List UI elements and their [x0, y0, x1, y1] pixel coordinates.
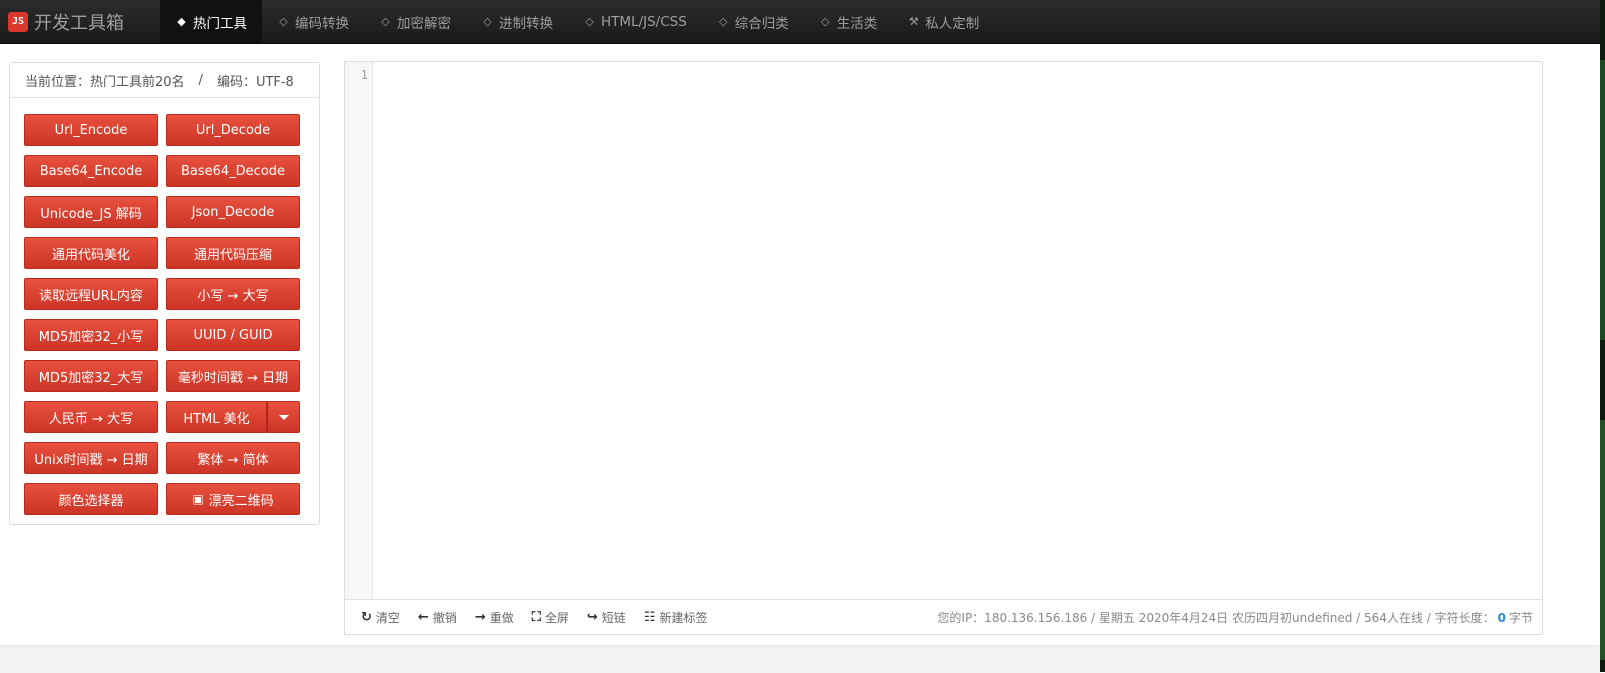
uuid-guid-button[interactable]: UUID / GUID [166, 319, 300, 351]
unix-timestamp-to-date-button[interactable]: Unix时间戳 → 日期 [24, 442, 158, 474]
status-info-text: 您的IP：180.136.156.186 / 星期五 2020年4月24日 农历… [937, 611, 1495, 625]
editor-toolbar: ↻ 清空 ← 撤销 → 重做 ⛶ 全屏 ↪ 短链 ☷ 新建标签 [361, 600, 725, 635]
tag-icon: ◇ [483, 15, 492, 28]
tag-icon: ◆ [177, 15, 186, 28]
base64-encode-button[interactable]: Base64_Encode [24, 155, 158, 187]
tab-label: 进制转换 [499, 15, 553, 32]
grid-icon: ☷ [643, 610, 656, 625]
tool-label: 全屏 [544, 611, 569, 625]
short-link-button[interactable]: ↪ 短链 [587, 609, 626, 626]
tool-label: 短链 [601, 611, 626, 625]
editor-status-bar: ↻ 清空 ← 撤销 → 重做 ⛶ 全屏 ↪ 短链 ☷ 新建标签 您的IP：180.136.1… [345, 599, 1542, 634]
read-remote-url-button[interactable]: 读取远程URL内容 [24, 278, 158, 310]
redo-button[interactable]: → 重做 [475, 609, 514, 626]
tab-hot-tools[interactable]: ◆ 热门工具 [160, 0, 262, 43]
tab-label: 生活类 [836, 15, 878, 32]
tab-misc[interactable]: ◇ 综合归类 [702, 0, 804, 43]
tab-html-js-css[interactable]: ◇ HTML/JS/CSS [568, 0, 702, 43]
bottom-bar [0, 645, 1600, 673]
rmb-to-upper-button[interactable]: 人民币 → 大写 [24, 401, 158, 433]
undo-button[interactable]: ← 撤销 [418, 609, 457, 626]
html-beautify-dropdown[interactable] [267, 401, 300, 433]
tab-label: 私人定制 [925, 15, 980, 32]
clear-button[interactable]: ↻ 清空 [361, 609, 400, 626]
fullscreen-icon: ⛶ [531, 610, 541, 625]
refresh-icon: ↻ [361, 610, 372, 625]
unicode-js-decode-button[interactable]: Unicode_JS 解码 [24, 196, 158, 228]
url-encode-button[interactable]: Url_Encode [24, 114, 158, 146]
tab-label: 综合归类 [734, 15, 789, 32]
brand[interactable]: JS 开发工具箱 [8, 0, 124, 43]
tab-label: 编码转换 [295, 15, 349, 32]
tag-icon: ◇ [719, 15, 728, 28]
tag-icon: ◇ [821, 15, 830, 28]
code-beautify-button[interactable]: 通用代码美化 [24, 237, 158, 269]
window-edge [1600, 0, 1605, 672]
status-info: 您的IP：180.136.156.186 / 星期五 2020年4月24日 农历… [937, 600, 1533, 635]
tool-label: 清空 [375, 611, 400, 625]
nav-tabs: ◆ 热门工具 ◇ 编码转换 ◇ 加密解密 ◇ 进制转换 ◇ HTML/JS/CSS ◇ 综合… [160, 0, 994, 43]
brand-title: 开发工具箱 [34, 12, 124, 34]
js-logo-icon: JS [8, 11, 28, 32]
tab-encrypt[interactable]: ◇ 加密解密 [364, 0, 466, 43]
tool-label: 新建标签 [659, 611, 708, 625]
new-tab-button[interactable]: ☷ 新建标签 [644, 609, 708, 626]
md5-32-lower-button[interactable]: MD5加密32_小写 [24, 319, 158, 351]
encoding-label: 编码：UTF-8 [216, 74, 294, 90]
tool-label: 撤销 [432, 611, 457, 625]
tab-label: 加密解密 [397, 15, 451, 32]
line-number-gutter: 1 [345, 62, 373, 600]
tab-encoding[interactable]: ◇ 编码转换 [262, 0, 364, 43]
share-icon: ↪ [586, 610, 598, 625]
traditional-to-simplified-button[interactable]: 繁体 → 简体 [166, 442, 300, 474]
arrow-right-icon: → [474, 610, 486, 625]
base64-decode-button[interactable]: Base64_Decode [166, 155, 300, 187]
tab-custom[interactable]: ⚒ 私人定制 [892, 0, 994, 43]
panel-header: 当前位置：热门工具前20名 / 编码：UTF-8 [10, 63, 319, 98]
tool-label: 重做 [489, 611, 514, 625]
tag-icon: ◇ [381, 15, 390, 28]
tab-radix[interactable]: ◇ 进制转换 [466, 0, 568, 43]
json-decode-button[interactable]: Json_Decode [166, 196, 300, 228]
color-picker-button[interactable]: 颜色选择器 [24, 483, 158, 515]
ms-timestamp-to-date-button[interactable]: 毫秒时间戳 → 日期 [166, 360, 300, 392]
char-count: 0 [1497, 610, 1506, 625]
code-input-area[interactable] [374, 62, 1542, 600]
caret-down-icon [278, 414, 289, 420]
md5-32-upper-button[interactable]: MD5加密32_大写 [24, 360, 158, 392]
qrcode-icon: ▣ [192, 492, 204, 506]
qrcode-button-label: 漂亮二维码 [208, 493, 274, 509]
code-editor: 1 ↻ 清空 ← 撤销 → 重做 ⛶ 全屏 ↪ 短链 ☷ 新建标签 您的IP：180.136… [344, 61, 1543, 635]
qrcode-button[interactable]: ▣ 漂亮二维码 [166, 483, 300, 515]
tab-label: HTML/JS/CSS [601, 13, 687, 30]
tag-icon: ◇ [279, 15, 288, 28]
tab-life[interactable]: ◇ 生活类 [804, 0, 893, 43]
tag-icon: ◇ [585, 15, 594, 28]
top-navbar: JS 开发工具箱 ◆ 热门工具 ◇ 编码转换 ◇ 加密解密 ◇ 进制转换 ◇ HTML/J… [0, 0, 1600, 44]
html-beautify-button[interactable]: HTML 美化 [166, 401, 267, 433]
tab-label: 热门工具 [193, 15, 247, 32]
wrench-icon: ⚒ [908, 15, 919, 28]
code-compress-button[interactable]: 通用代码压缩 [166, 237, 300, 269]
url-decode-button[interactable]: Url_Decode [166, 114, 300, 146]
lower-to-upper-button[interactable]: 小写 → 大写 [166, 278, 300, 310]
tools-panel: 当前位置：热门工具前20名 / 编码：UTF-8 Url_Encode Url_… [9, 62, 320, 525]
arrow-left-icon: ← [417, 610, 429, 625]
location-label: 当前位置：热门工具前20名 [25, 74, 185, 90]
char-unit: 字节 [1508, 611, 1533, 625]
fullscreen-button[interactable]: ⛶ 全屏 [532, 609, 569, 626]
separator: / [198, 72, 203, 88]
line-number: 1 [360, 68, 368, 82]
